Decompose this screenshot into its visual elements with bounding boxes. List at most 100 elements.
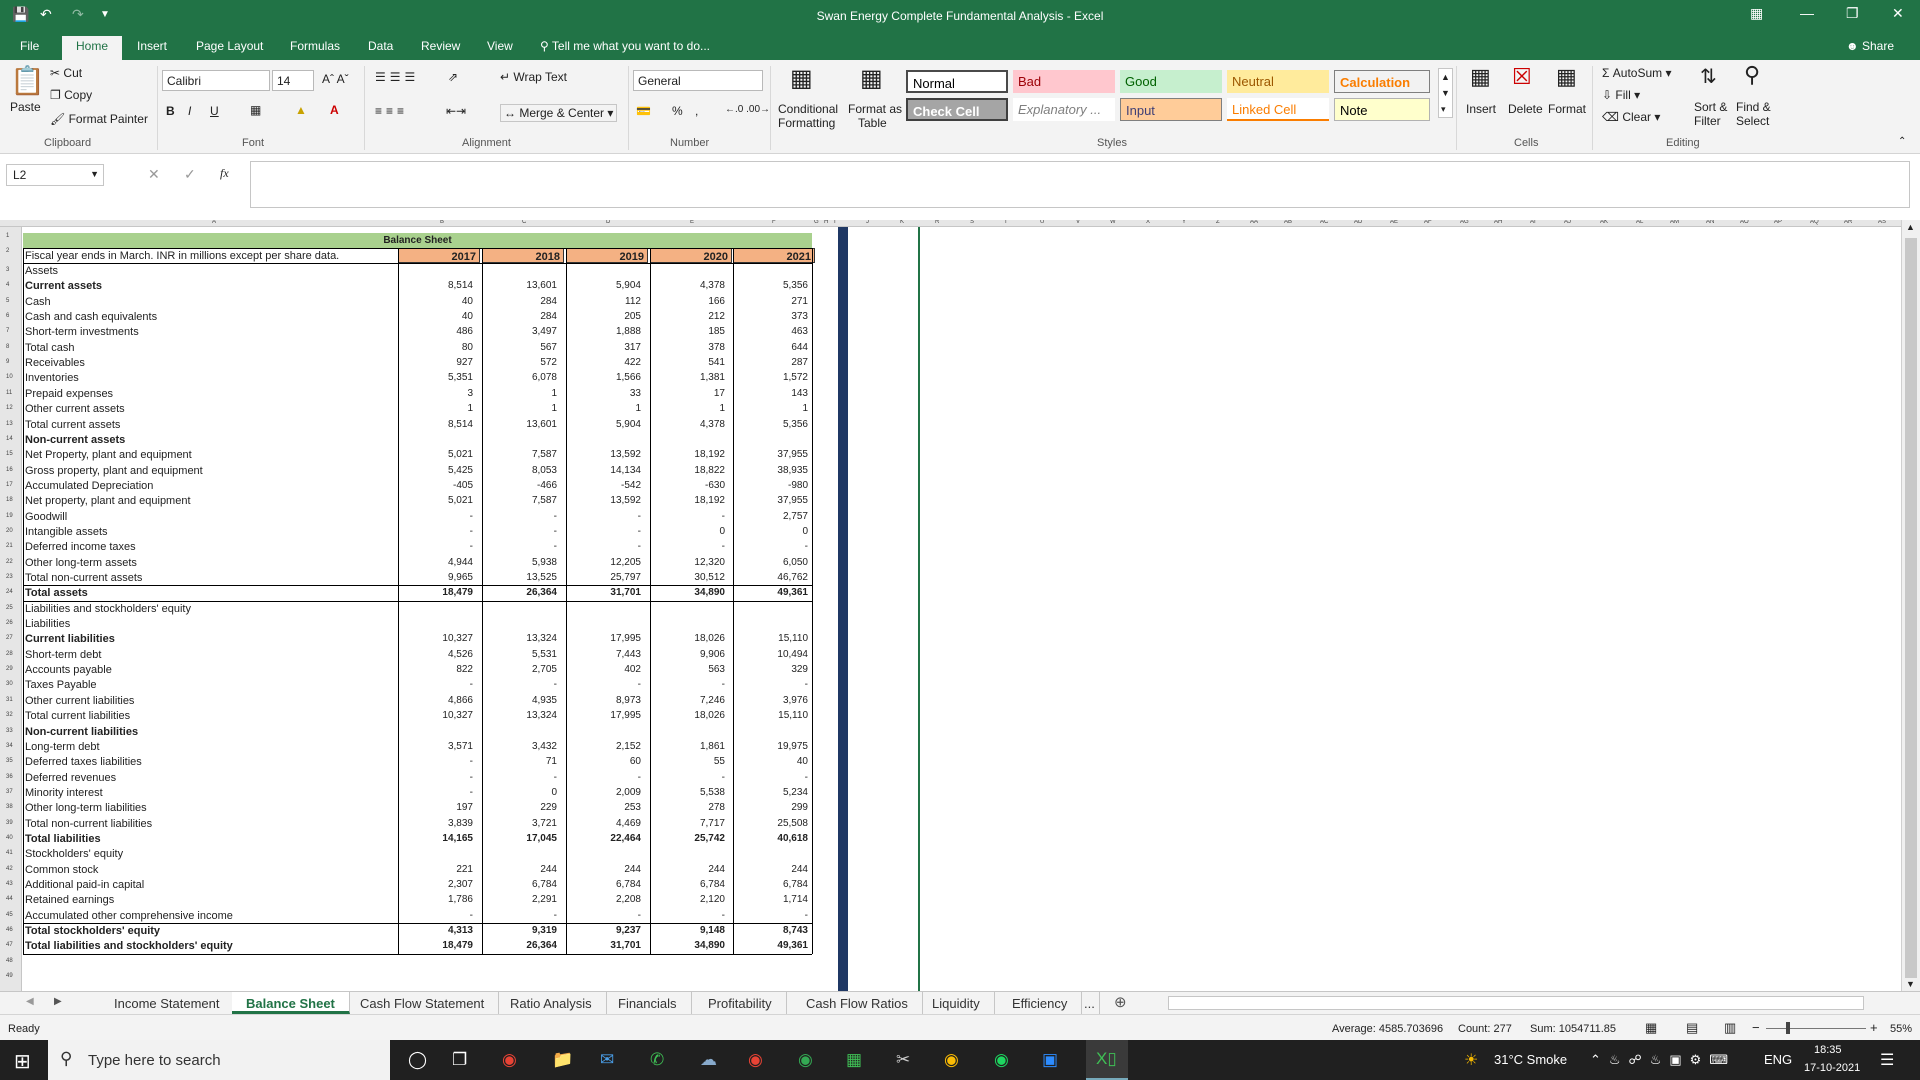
column-letter[interactable]: K <box>900 220 904 225</box>
close-icon[interactable]: ✕ <box>1892 5 1904 22</box>
table-cell[interactable]: 271 <box>738 296 808 307</box>
table-cell[interactable]: 299 <box>738 802 808 813</box>
column-letter[interactable]: G <box>814 220 819 225</box>
tab-review[interactable]: Review <box>421 39 460 53</box>
row-number[interactable]: 14 <box>6 436 13 442</box>
row-label[interactable]: Intangible assets <box>25 526 108 538</box>
table-cell[interactable]: 284 <box>487 311 557 322</box>
accounting-icon[interactable]: 💳 <box>636 104 651 118</box>
table-cell[interactable]: 46,762 <box>738 572 808 583</box>
row-number[interactable]: 26 <box>6 620 13 626</box>
format-painter-button[interactable]: 🖌 Format Painter <box>50 112 148 126</box>
row-label[interactable]: Total cash <box>25 342 75 354</box>
table-cell[interactable]: 19,975 <box>738 741 808 752</box>
table-cell[interactable]: 14,165 <box>403 833 473 844</box>
table-cell[interactable]: 40 <box>403 296 473 307</box>
table-cell[interactable]: 4,526 <box>403 649 473 660</box>
row-label[interactable]: Total assets <box>25 587 88 599</box>
bold-button[interactable]: B <box>166 104 175 118</box>
row-label[interactable]: Assets <box>25 265 58 277</box>
table-cell[interactable]: - <box>487 541 557 552</box>
fill-button[interactable]: ⇩ Fill ▾ <box>1602 88 1640 102</box>
table-cell[interactable]: 221 <box>403 864 473 875</box>
table-cell[interactable]: 422 <box>571 357 641 368</box>
table-cell[interactable]: 197 <box>403 802 473 813</box>
table-cell[interactable]: 7,246 <box>655 695 725 706</box>
table-cell[interactable]: 5,938 <box>487 557 557 568</box>
table-cell[interactable]: 9,319 <box>487 925 557 936</box>
style-bad[interactable]: Bad <box>1013 70 1115 93</box>
column-letter[interactable]: AQ <box>1810 220 1819 225</box>
row-label[interactable]: Other current assets <box>25 403 125 415</box>
font-color-icon[interactable]: A <box>330 103 339 117</box>
column-letter[interactable]: AG <box>1460 220 1469 225</box>
table-cell[interactable]: 1,786 <box>403 894 473 905</box>
italic-button[interactable]: I <box>188 104 191 118</box>
tab-insert[interactable]: Insert <box>137 39 167 53</box>
table-cell[interactable]: 3,432 <box>487 741 557 752</box>
column-letter[interactable]: AD <box>1354 220 1362 225</box>
column-letter[interactable]: AE <box>1390 220 1398 225</box>
scroll-down-icon[interactable]: ▼ <box>1906 979 1915 989</box>
zoom-level[interactable]: 55% <box>1890 1023 1912 1035</box>
whatsapp-icon[interactable]: ✆ <box>650 1050 664 1070</box>
taskbar-search[interactable]: ⚲ Type here to search <box>48 1040 390 1080</box>
row-label[interactable]: Total liabilities <box>25 833 101 845</box>
table-cell[interactable]: 253 <box>571 802 641 813</box>
table-cell[interactable]: 31,701 <box>571 940 641 951</box>
row-number[interactable]: 31 <box>6 697 13 703</box>
table-cell[interactable]: 2,120 <box>655 894 725 905</box>
row-label[interactable]: Total current assets <box>25 419 120 431</box>
row-number[interactable]: 7 <box>6 328 9 334</box>
row-label[interactable]: Total stockholders' equity <box>25 925 160 937</box>
style-neutral[interactable]: Neutral <box>1227 70 1329 93</box>
calculator-icon[interactable]: ▦ <box>846 1050 862 1070</box>
table-cell[interactable]: 49,361 <box>738 587 808 598</box>
row-label[interactable]: Deferred taxes liabilities <box>25 756 142 768</box>
table-cell[interactable]: - <box>655 772 725 783</box>
table-cell[interactable]: - <box>571 910 641 921</box>
table-cell[interactable]: 927 <box>403 357 473 368</box>
table-cell[interactable]: 8,973 <box>571 695 641 706</box>
language-indicator[interactable]: ENG <box>1764 1052 1792 1067</box>
normal-view-icon[interactable]: ▦ <box>1645 1020 1657 1036</box>
table-cell[interactable]: 0 <box>655 526 725 537</box>
row-label[interactable]: Taxes Payable <box>25 679 97 691</box>
chrome-profile-icon[interactable]: ◉ <box>748 1050 763 1070</box>
table-cell[interactable]: 166 <box>655 296 725 307</box>
fill-color-icon[interactable]: ▲ <box>295 103 307 117</box>
row-number[interactable]: 2 <box>6 248 9 254</box>
table-cell[interactable]: 5,904 <box>571 419 641 430</box>
minimize-icon[interactable]: — <box>1800 5 1814 21</box>
row-number[interactable]: 30 <box>6 681 13 687</box>
row-number[interactable]: 6 <box>6 313 9 319</box>
row-number[interactable]: 16 <box>6 467 13 473</box>
table-cell[interactable]: 2,009 <box>571 787 641 798</box>
sheet-tab[interactable]: ... <box>1080 992 1100 1014</box>
table-cell[interactable]: 2,307 <box>403 879 473 890</box>
table-cell[interactable]: 6,078 <box>487 372 557 383</box>
tab-view[interactable]: View <box>487 39 513 53</box>
prev-sheet-icon[interactable]: ◀ <box>26 996 34 1007</box>
table-cell[interactable]: -980 <box>738 480 808 491</box>
table-cell[interactable]: -466 <box>487 480 557 491</box>
table-cell[interactable]: - <box>571 511 641 522</box>
scroll-up-icon[interactable]: ▲ <box>1906 222 1915 232</box>
row-label[interactable]: Other long-term liabilities <box>25 802 147 814</box>
row-label[interactable]: Receivables <box>25 357 85 369</box>
collapse-ribbon-icon[interactable]: ⌃ <box>1898 136 1906 147</box>
insert-function-icon[interactable]: fx <box>220 166 229 181</box>
clear-button[interactable]: ⌫ Clear ▾ <box>1602 110 1660 124</box>
row-number[interactable]: 34 <box>6 743 13 749</box>
table-cell[interactable]: 7,717 <box>655 818 725 829</box>
row-number[interactable]: 41 <box>6 850 13 856</box>
font-name-select[interactable]: Calibri <box>162 70 270 91</box>
worksheet-grid[interactable]: A B C D E F G H I J K R S T U V W X Y Z AA AB AC AD AE AF AG AH AI AJ… <box>0 220 1920 991</box>
table-cell[interactable]: - <box>487 910 557 921</box>
table-cell[interactable]: 5,356 <box>738 280 808 291</box>
row-number[interactable]: 22 <box>6 559 13 565</box>
sort-filter-button[interactable]: Sort & <box>1694 100 1727 114</box>
row-number[interactable]: 18 <box>6 497 13 503</box>
style-note[interactable]: Note <box>1334 98 1430 121</box>
page-layout-view-icon[interactable]: ▤ <box>1686 1020 1698 1036</box>
